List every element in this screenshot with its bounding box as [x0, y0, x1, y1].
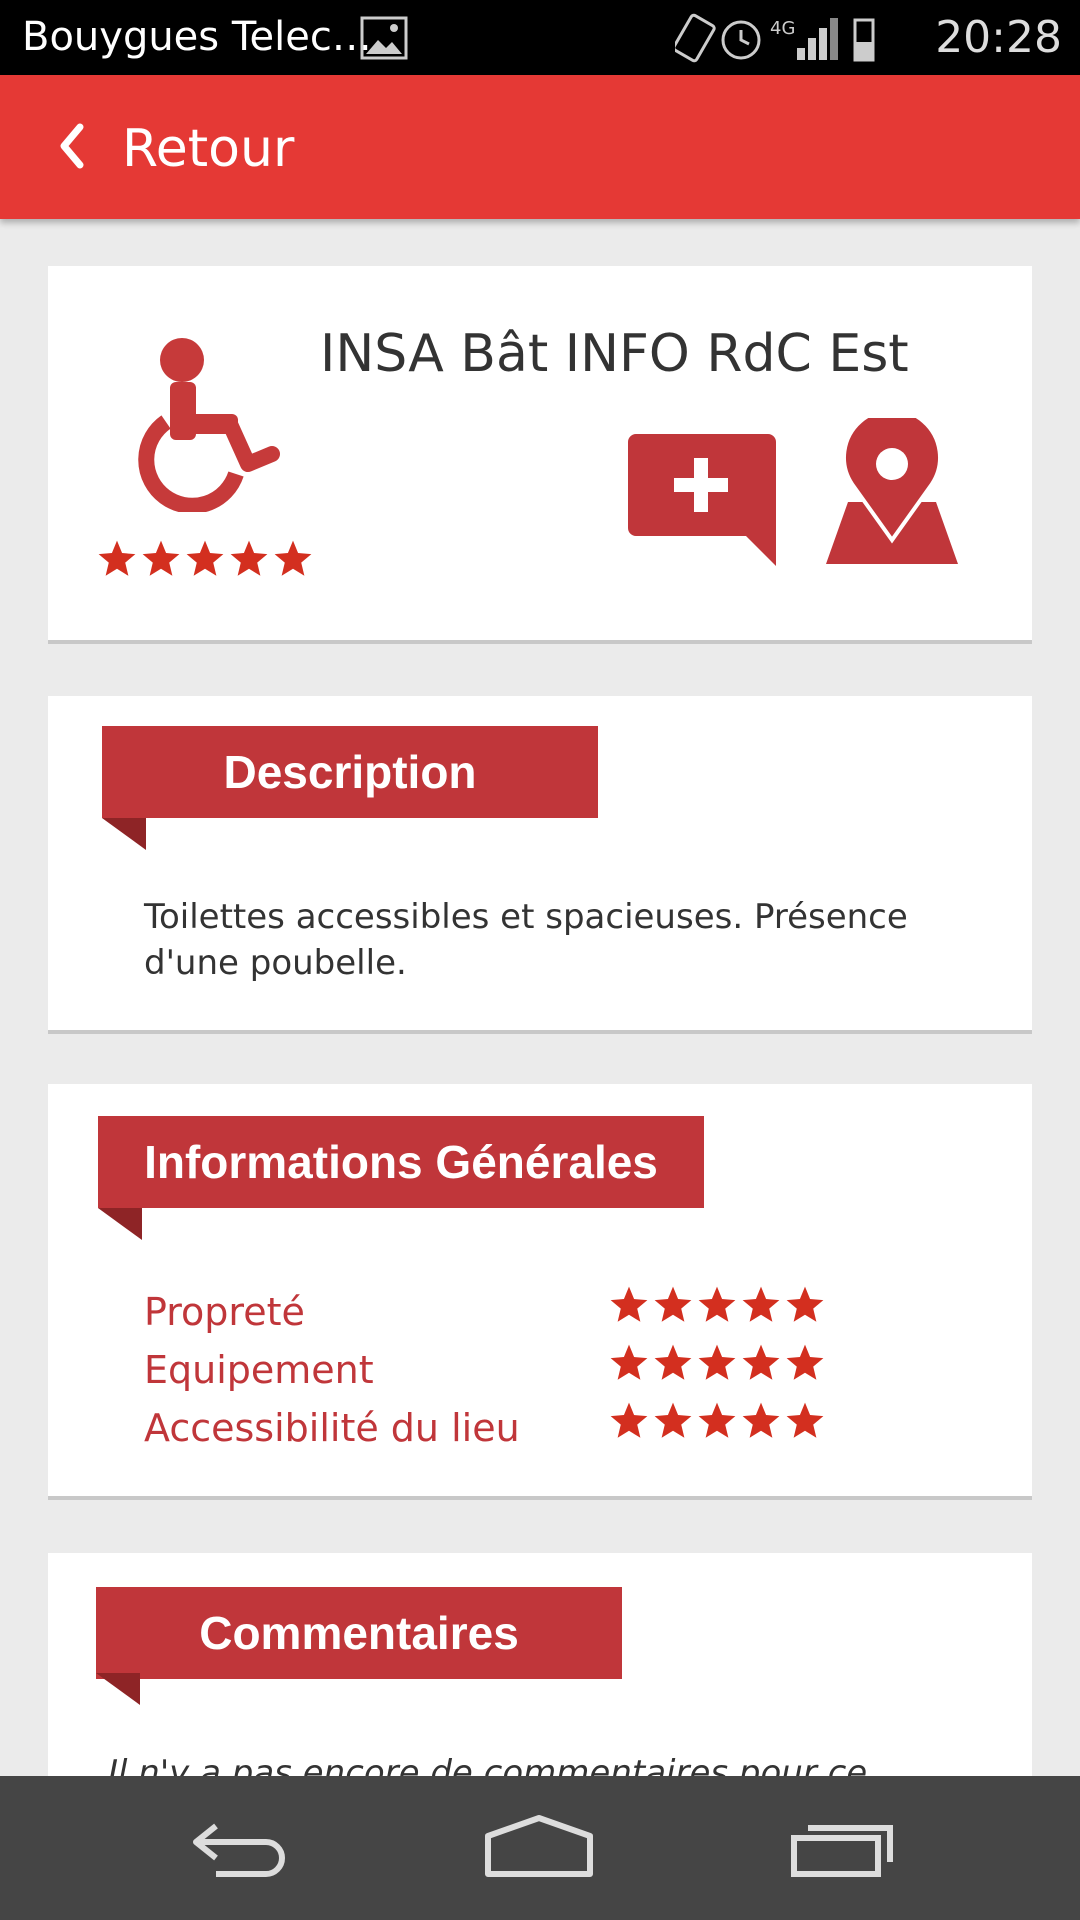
star-icon [698, 1402, 736, 1438]
star-icon [610, 1344, 648, 1380]
navigation-bar [0, 1776, 1080, 1920]
ribbon-tail [98, 1208, 142, 1240]
star-icon [698, 1344, 736, 1380]
rating-label-accessibilite: Accessibilité du lieu [144, 1406, 520, 1450]
star-icon [698, 1286, 736, 1322]
network-type: 4G [770, 18, 795, 39]
star-icon [786, 1286, 824, 1322]
star-icon [98, 540, 136, 576]
back-arrow-icon[interactable] [186, 1812, 296, 1882]
alarm-icon [721, 20, 761, 60]
ribbon-tail [102, 818, 146, 850]
star-icon [654, 1344, 692, 1380]
star-icon [610, 1286, 648, 1322]
signal-icon [797, 18, 838, 60]
star-icon [742, 1344, 780, 1380]
star-icon [230, 540, 268, 576]
rating-stars-proprete [608, 1284, 826, 1326]
wheelchair-icon [138, 338, 280, 512]
star-icon [742, 1402, 780, 1438]
overall-rating-stars [96, 538, 314, 580]
general-info-card: Informations Générales Propreté Equipeme… [48, 1084, 1032, 1500]
star-icon [274, 540, 312, 576]
vibrate-icon [675, 13, 716, 63]
star-icon [654, 1402, 692, 1438]
star-icon [786, 1402, 824, 1438]
star-icon [786, 1344, 824, 1380]
map-pin-icon[interactable] [826, 418, 958, 564]
rating-stars-equipement [608, 1342, 826, 1384]
chevron-left-icon[interactable] [56, 121, 86, 171]
star-icon [142, 540, 180, 576]
comments-heading: Commentaires [96, 1587, 622, 1679]
description-text: Toilettes accessibles et spacieuses. Pré… [144, 897, 908, 983]
ribbon-tail [96, 1673, 140, 1705]
clock: 20:28 [935, 12, 1062, 63]
description-card: Description Toilettes accessibles et spa… [48, 696, 1032, 1034]
recents-icon[interactable] [790, 1812, 900, 1882]
star-icon [742, 1286, 780, 1322]
star-icon [610, 1402, 648, 1438]
place-title: INSA Bât INFO RdC Est [320, 324, 909, 384]
star-icon [186, 540, 224, 576]
gallery-notification-icon [360, 16, 408, 60]
battery-icon [853, 18, 875, 62]
status-bar: Bouygues Telec… 4G 20:28 [0, 0, 1080, 75]
rating-label-equipement: Equipement [144, 1348, 374, 1392]
comment-plus-icon[interactable] [628, 434, 776, 566]
carrier-name: Bouygues Telec… [22, 14, 372, 60]
place-header-card: INSA Bât INFO RdC Est [48, 266, 1032, 644]
star-icon [654, 1286, 692, 1322]
app-bar: Retour [0, 75, 1080, 219]
home-icon[interactable] [484, 1812, 594, 1882]
general-info-heading: Informations Générales [98, 1116, 704, 1208]
description-heading: Description [102, 726, 598, 818]
back-button[interactable]: Retour [122, 119, 294, 179]
rating-label-proprete: Propreté [144, 1290, 305, 1334]
rating-stars-accessibilite [608, 1400, 826, 1442]
status-icons: 4G [675, 13, 875, 63]
